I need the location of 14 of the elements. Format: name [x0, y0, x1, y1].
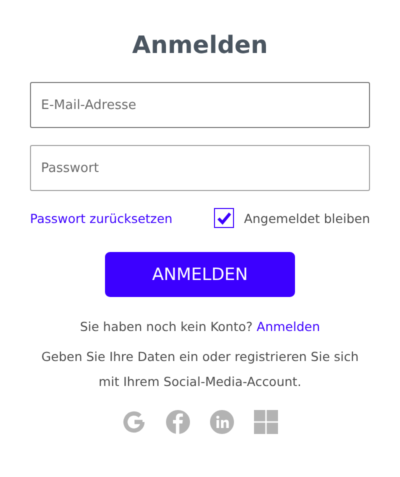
- g-logo-icon[interactable]: [122, 410, 146, 434]
- checkbox[interactable]: [214, 208, 234, 228]
- reset-password-link[interactable]: Passwort zurücksetzen: [30, 210, 172, 226]
- submit-button[interactable]: ANMELDEN: [105, 252, 295, 297]
- grid-icon[interactable]: [254, 410, 278, 434]
- signup-link[interactable]: Anmelden: [256, 319, 320, 334]
- f-circle-icon[interactable]: [166, 410, 190, 434]
- in-circle-icon[interactable]: [210, 410, 234, 434]
- page-title: Anmelden: [132, 30, 268, 61]
- input-field[interactable]: Passwort: [30, 145, 370, 191]
- checkbox-label: Angemeldet bleiben: [244, 210, 370, 226]
- social-text: Geben Sie Ihre Daten ein oder registrieren Sie sich mit Ihrem Social-Media-Account.: [40, 348, 360, 391]
- signup-text: Sie haben noch kein Konto? Anmelden: [80, 319, 320, 334]
- input-field[interactable]: E-Mail-Adresse: [30, 82, 370, 128]
